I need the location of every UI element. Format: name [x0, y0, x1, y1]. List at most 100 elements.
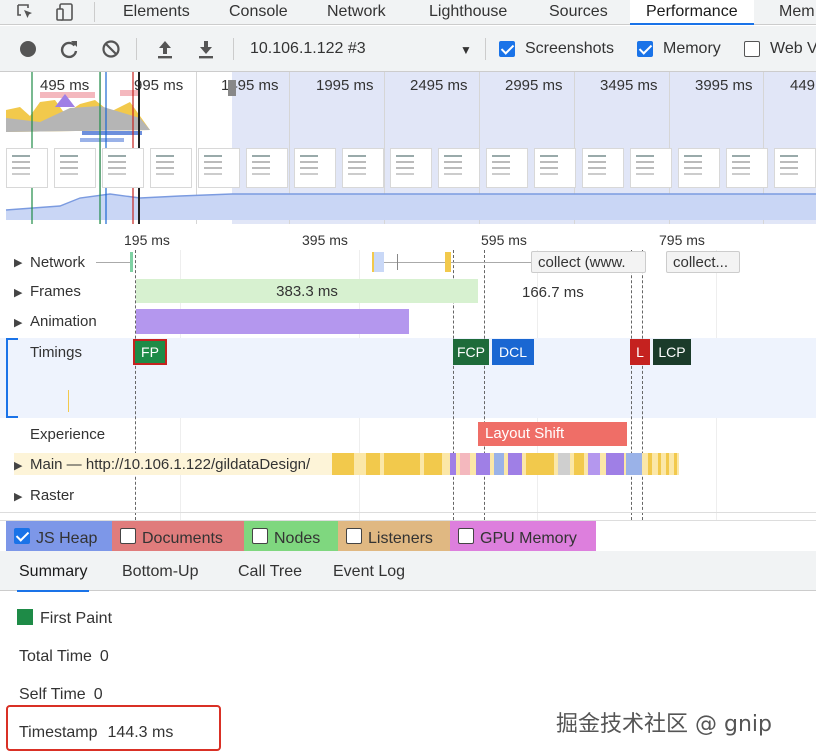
- tab-network[interactable]: Network: [327, 0, 386, 25]
- chevron-down-icon[interactable]: ▼: [460, 43, 472, 57]
- tab-call-tree[interactable]: Call Tree: [238, 563, 302, 581]
- download-profile-icon[interactable]: [195, 38, 217, 60]
- nodes-checkbox[interactable]: [252, 528, 268, 544]
- frame-block[interactable]: 383.3 ms: [136, 279, 478, 303]
- lcp-marker-line: [642, 250, 643, 520]
- network-request[interactable]: [397, 254, 398, 270]
- tab-sources[interactable]: Sources: [549, 0, 608, 25]
- screenshot-thumbnail[interactable]: [246, 148, 288, 188]
- tab-memory[interactable]: Mem: [779, 0, 815, 25]
- main-track-label[interactable]: Main — http://10.106.1.122/gildataDesign…: [30, 456, 310, 473]
- record-button[interactable]: [17, 38, 39, 60]
- reload-record-button[interactable]: [58, 38, 80, 60]
- listeners-label: Listeners: [368, 530, 433, 547]
- dcl-marker-line: [484, 250, 485, 520]
- expand-main-icon[interactable]: ▶: [14, 459, 22, 472]
- network-request[interactable]: [96, 262, 130, 263]
- frames-track-label[interactable]: Frames: [30, 283, 81, 300]
- animation-track-label[interactable]: Animation: [30, 313, 97, 330]
- screenshot-thumbnail[interactable]: [582, 148, 624, 188]
- timeline-overview[interactable]: 495 ms 995 ms 1495 ms 1995 ms 2495 ms 29…: [0, 72, 816, 224]
- screenshot-thumbnail[interactable]: [630, 148, 672, 188]
- target-select[interactable]: 10.106.1.122 #3: [250, 40, 366, 58]
- tab-summary[interactable]: Summary: [16, 563, 90, 592]
- track-divider: [0, 512, 816, 513]
- timing-tick: [68, 390, 69, 412]
- lcp-marker[interactable]: LCP: [653, 339, 691, 365]
- raster-track-label[interactable]: Raster: [30, 487, 74, 504]
- documents-counter[interactable]: Documents: [112, 521, 244, 551]
- tab-event-log[interactable]: Event Log: [333, 563, 405, 581]
- network-request-collect[interactable]: collect...: [666, 251, 740, 273]
- toolbar-separator: [136, 38, 137, 60]
- animation-block[interactable]: [136, 309, 409, 334]
- screenshot-thumbnail[interactable]: [726, 148, 768, 188]
- load-marker[interactable]: L: [630, 339, 650, 365]
- total-time-label: Total Time: [19, 648, 92, 665]
- nodes-label: Nodes: [274, 530, 321, 547]
- listeners-counter[interactable]: Listeners: [338, 521, 450, 551]
- network-track-label[interactable]: Network: [30, 254, 85, 271]
- screenshot-thumbnail[interactable]: [534, 148, 576, 188]
- network-request[interactable]: [451, 262, 531, 263]
- screenshots-checkbox[interactable]: [499, 41, 515, 57]
- screenshot-thumbnail[interactable]: [678, 148, 720, 188]
- screenshot-thumbnail[interactable]: [486, 148, 528, 188]
- expand-network-icon[interactable]: ▶: [14, 256, 22, 269]
- details-tab-bar: Summary Bottom-Up Call Tree Event Log: [0, 551, 816, 592]
- device-toolbar-icon[interactable]: [56, 3, 76, 21]
- web-vitals-checkbox[interactable]: [744, 41, 760, 57]
- dcl-marker[interactable]: DCL: [492, 339, 534, 365]
- memory-checkbox[interactable]: [637, 41, 653, 57]
- network-request[interactable]: [384, 262, 446, 263]
- expand-frames-icon[interactable]: ▶: [14, 286, 22, 299]
- screenshot-thumbnail[interactable]: [198, 148, 240, 188]
- screenshot-thumbnail[interactable]: [774, 148, 816, 188]
- screenshot-thumbnail[interactable]: [54, 148, 96, 188]
- clear-icon[interactable]: [100, 38, 122, 60]
- layout-shift-block[interactable]: Layout Shift: [478, 422, 627, 446]
- inspect-element-icon[interactable]: [16, 3, 36, 21]
- screenshot-thumbnail[interactable]: [342, 148, 384, 188]
- documents-label: Documents: [142, 530, 223, 547]
- tab-console[interactable]: Console: [229, 0, 288, 25]
- expand-animation-icon[interactable]: ▶: [14, 316, 22, 329]
- network-request-collect[interactable]: collect (www.: [531, 251, 646, 273]
- ruler-time-label: 595 ms: [481, 232, 527, 248]
- track-selection-bar: [6, 338, 18, 340]
- screenshot-thumbnail[interactable]: [6, 148, 48, 188]
- timings-track-label[interactable]: Timings: [30, 344, 82, 361]
- screenshot-thumbnail[interactable]: [102, 148, 144, 188]
- experience-track-label[interactable]: Experience: [30, 426, 105, 443]
- network-request[interactable]: [130, 252, 133, 272]
- network-request-label: collect (www.: [538, 254, 626, 271]
- tab-bottom-up[interactable]: Bottom-Up: [122, 563, 198, 581]
- layout-shift-label: Layout Shift: [485, 425, 565, 442]
- toolbar-separator: [233, 38, 234, 60]
- gpu-memory-checkbox[interactable]: [458, 528, 474, 544]
- self-time-row: Self Time 0: [19, 686, 103, 704]
- screenshot-thumbnail[interactable]: [390, 148, 432, 188]
- documents-checkbox[interactable]: [120, 528, 136, 544]
- self-time-value: 0: [93, 686, 103, 703]
- screenshot-thumbnail[interactable]: [150, 148, 192, 188]
- tab-lighthouse[interactable]: Lighthouse: [429, 0, 507, 25]
- tab-performance[interactable]: Performance: [630, 0, 754, 25]
- js-heap-counter[interactable]: JS Heap: [6, 521, 112, 551]
- web-vitals-label: Web V: [770, 40, 816, 57]
- memory-label: Memory: [663, 40, 721, 57]
- fcp-marker[interactable]: FCP: [453, 339, 489, 365]
- screenshot-thumbnail[interactable]: [294, 148, 336, 188]
- tab-elements[interactable]: Elements: [123, 0, 190, 25]
- expand-raster-icon[interactable]: ▶: [14, 490, 22, 503]
- screenshot-thumbnail[interactable]: [438, 148, 480, 188]
- gpu-memory-counter[interactable]: GPU Memory: [450, 521, 596, 551]
- js-heap-checkbox[interactable]: [14, 528, 30, 544]
- network-request[interactable]: [372, 252, 384, 272]
- listeners-checkbox[interactable]: [346, 528, 362, 544]
- ruler-time-label: 195 ms: [124, 232, 170, 248]
- nodes-counter[interactable]: Nodes: [244, 521, 338, 551]
- fp-marker[interactable]: FP: [133, 339, 167, 365]
- performance-toolbar: 10.106.1.122 #3 ▼ Screenshots Memory Web…: [0, 26, 816, 72]
- upload-profile-icon[interactable]: [154, 38, 176, 60]
